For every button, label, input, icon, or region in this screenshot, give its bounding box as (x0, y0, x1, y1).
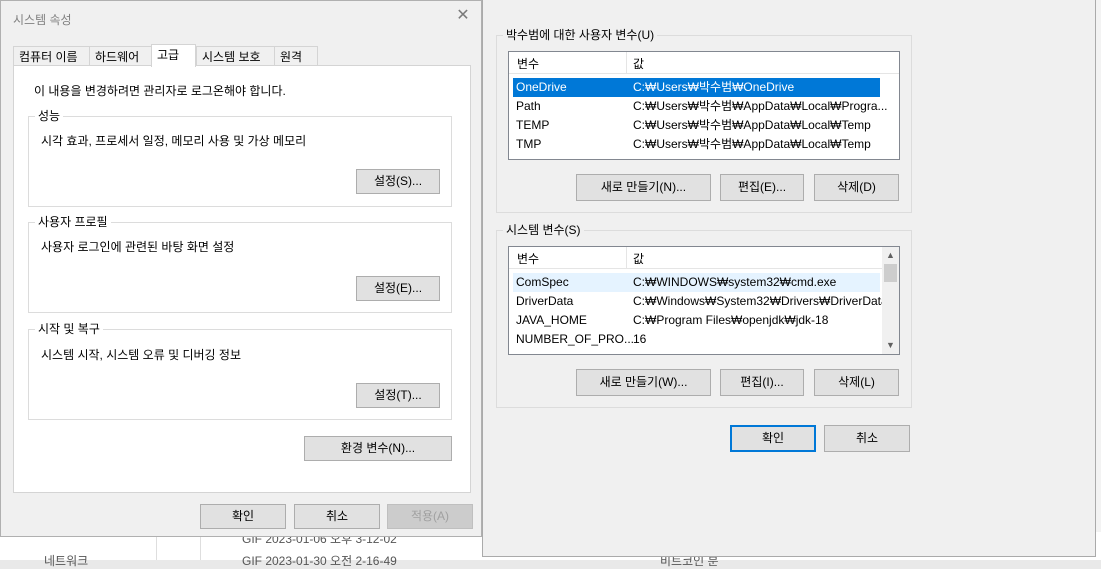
system-delete-button[interactable]: 삭제(L) (814, 369, 899, 396)
tab-hardware[interactable]: 하드웨어 (89, 46, 152, 66)
tab-system-protection[interactable]: 시스템 보호 (196, 46, 275, 66)
vertical-scrollbar[interactable]: ▲ ▼ (882, 247, 899, 354)
column-divider[interactable] (626, 247, 627, 268)
environment-variables-button[interactable]: 환경 변수(N)... (304, 436, 452, 461)
system-variables-group: 시스템 변수(S) 변수 값 ComSpec C:₩WINDOWS₩system… (496, 223, 912, 408)
startup-recovery-label: 시작 및 복구 (35, 322, 103, 336)
column-header-value[interactable]: 값 (633, 55, 644, 72)
ok-button[interactable]: 확인 (200, 504, 286, 529)
list-item[interactable]: TEMP C:₩Users₩박수범₩AppData₩Local₩Temp (513, 116, 880, 135)
list-item[interactable]: OneDrive C:₩Users₩박수범₩OneDrive (513, 78, 880, 97)
list-item[interactable]: DriverData C:₩Windows₩System32₩Drivers₩D… (513, 292, 888, 311)
system-edit-button[interactable]: 편집(I)... (720, 369, 804, 396)
network-nav-item[interactable]: 네트워크 (44, 552, 88, 569)
apply-button[interactable]: 적용(A) (387, 504, 473, 529)
scroll-down-icon[interactable]: ▼ (882, 337, 899, 354)
cancel-button[interactable]: 취소 (294, 504, 380, 529)
performance-description: 시각 효과, 프로세서 일정, 메모리 사용 및 가상 메모리 (41, 134, 307, 148)
performance-settings-button[interactable]: 설정(S)... (356, 169, 440, 194)
variable-value: C:₩Program Files₩openjdk₩jdk-18 (633, 313, 829, 327)
user-profile-settings-button[interactable]: 설정(E)... (356, 276, 440, 301)
list-item[interactable]: TMP C:₩Users₩박수범₩AppData₩Local₩Temp (513, 135, 880, 154)
variable-value: C:₩Users₩박수범₩AppData₩Local₩Progra... (633, 99, 888, 113)
tab-remote[interactable]: 원격 (274, 46, 318, 66)
scroll-thumb[interactable] (884, 264, 897, 282)
file-item[interactable]: GIF 2023-01-30 오전 2-16-49 (242, 552, 397, 569)
user-new-button[interactable]: 새로 만들기(N)... (576, 174, 711, 201)
variable-name: JAVA_HOME (516, 313, 587, 327)
close-icon[interactable]: ✕ (455, 8, 471, 24)
env-cancel-button[interactable]: 취소 (824, 425, 910, 452)
performance-label: 성능 (35, 109, 64, 123)
startup-settings-button[interactable]: 설정(T)... (356, 383, 440, 408)
system-properties-dialog: 시스템 속성 ✕ 컴퓨터 이름 하드웨어 고급 시스템 보호 원격 이 내용을 … (0, 0, 482, 537)
list-item[interactable]: ComSpec C:₩WINDOWS₩system32₩cmd.exe (513, 273, 880, 292)
system-variables-list[interactable]: 변수 값 ComSpec C:₩WINDOWS₩system32₩cmd.exe… (508, 246, 900, 355)
variable-name: Path (516, 99, 541, 113)
user-profile-description: 사용자 로그인에 관련된 바탕 화면 설정 (41, 240, 235, 254)
column-divider[interactable] (626, 52, 627, 73)
startup-recovery-description: 시스템 시작, 시스템 오류 및 디버깅 정보 (41, 348, 241, 362)
system-new-button[interactable]: 새로 만들기(W)... (576, 369, 711, 396)
user-delete-button[interactable]: 삭제(D) (814, 174, 899, 201)
env-ok-button[interactable]: 확인 (730, 425, 816, 452)
variable-value: C:₩Users₩박수범₩OneDrive (633, 80, 795, 94)
scroll-up-icon[interactable]: ▲ (882, 247, 899, 264)
user-variables-list[interactable]: 변수 값 OneDrive C:₩Users₩박수범₩OneDrive Path… (508, 51, 900, 160)
variable-name: TMP (516, 137, 542, 151)
tab-computer-name[interactable]: 컴퓨터 이름 (13, 46, 90, 66)
list-item[interactable]: NUMBER_OF_PRO... 16 (513, 330, 880, 349)
variable-value: C:₩Users₩박수범₩AppData₩Local₩Temp (633, 118, 871, 132)
user-variables-label: 박수범에 대한 사용자 변수(U) (503, 28, 658, 42)
list-header: 변수 값 (509, 247, 899, 269)
variable-value: C:₩WINDOWS₩system32₩cmd.exe (633, 275, 837, 289)
performance-group: 성능 시각 효과, 프로세서 일정, 메모리 사용 및 가상 메모리 설정(S)… (28, 109, 452, 207)
list-header: 변수 값 (509, 52, 899, 74)
env-vars-dialog: 박수범에 대한 사용자 변수(U) 변수 값 OneDrive C:₩Users… (482, 0, 1096, 557)
column-header-value[interactable]: 값 (633, 250, 644, 267)
list-item[interactable]: Path C:₩Users₩박수범₩AppData₩Local₩Progra..… (513, 97, 888, 116)
admin-notice: 이 내용을 변경하려면 관리자로 로그온해야 합니다. (34, 84, 286, 98)
column-header-variable[interactable]: 변수 (517, 250, 539, 267)
variable-name: ComSpec (516, 275, 569, 289)
dialog-title: 시스템 속성 (13, 13, 72, 27)
variable-name: NUMBER_OF_PRO... (516, 332, 635, 346)
column-header-variable[interactable]: 변수 (517, 55, 539, 72)
variable-name: TEMP (516, 118, 550, 132)
user-edit-button[interactable]: 편집(E)... (720, 174, 804, 201)
user-profile-group: 사용자 프로필 사용자 로그인에 관련된 바탕 화면 설정 설정(E)... (28, 215, 452, 313)
user-variables-group: 박수범에 대한 사용자 변수(U) 변수 값 OneDrive C:₩Users… (496, 28, 912, 213)
variable-name: OneDrive (516, 80, 567, 94)
variable-value: C:₩Windows₩System32₩Drivers₩DriverData (633, 294, 888, 308)
system-variables-label: 시스템 변수(S) (503, 223, 584, 237)
variable-name: DriverData (516, 294, 574, 308)
tab-advanced[interactable]: 고급 (151, 44, 196, 67)
list-item[interactable]: JAVA_HOME C:₩Program Files₩openjdk₩jdk-1… (513, 311, 880, 330)
variable-value: 16 (633, 332, 647, 346)
user-profile-label: 사용자 프로필 (35, 215, 111, 229)
variable-value: C:₩Users₩박수범₩AppData₩Local₩Temp (633, 137, 871, 151)
advanced-tab-panel: 이 내용을 변경하려면 관리자로 로그온해야 합니다. 성능 시각 효과, 프로… (13, 65, 471, 493)
startup-recovery-group: 시작 및 복구 시스템 시작, 시스템 오류 및 디버깅 정보 설정(T)... (28, 322, 452, 420)
